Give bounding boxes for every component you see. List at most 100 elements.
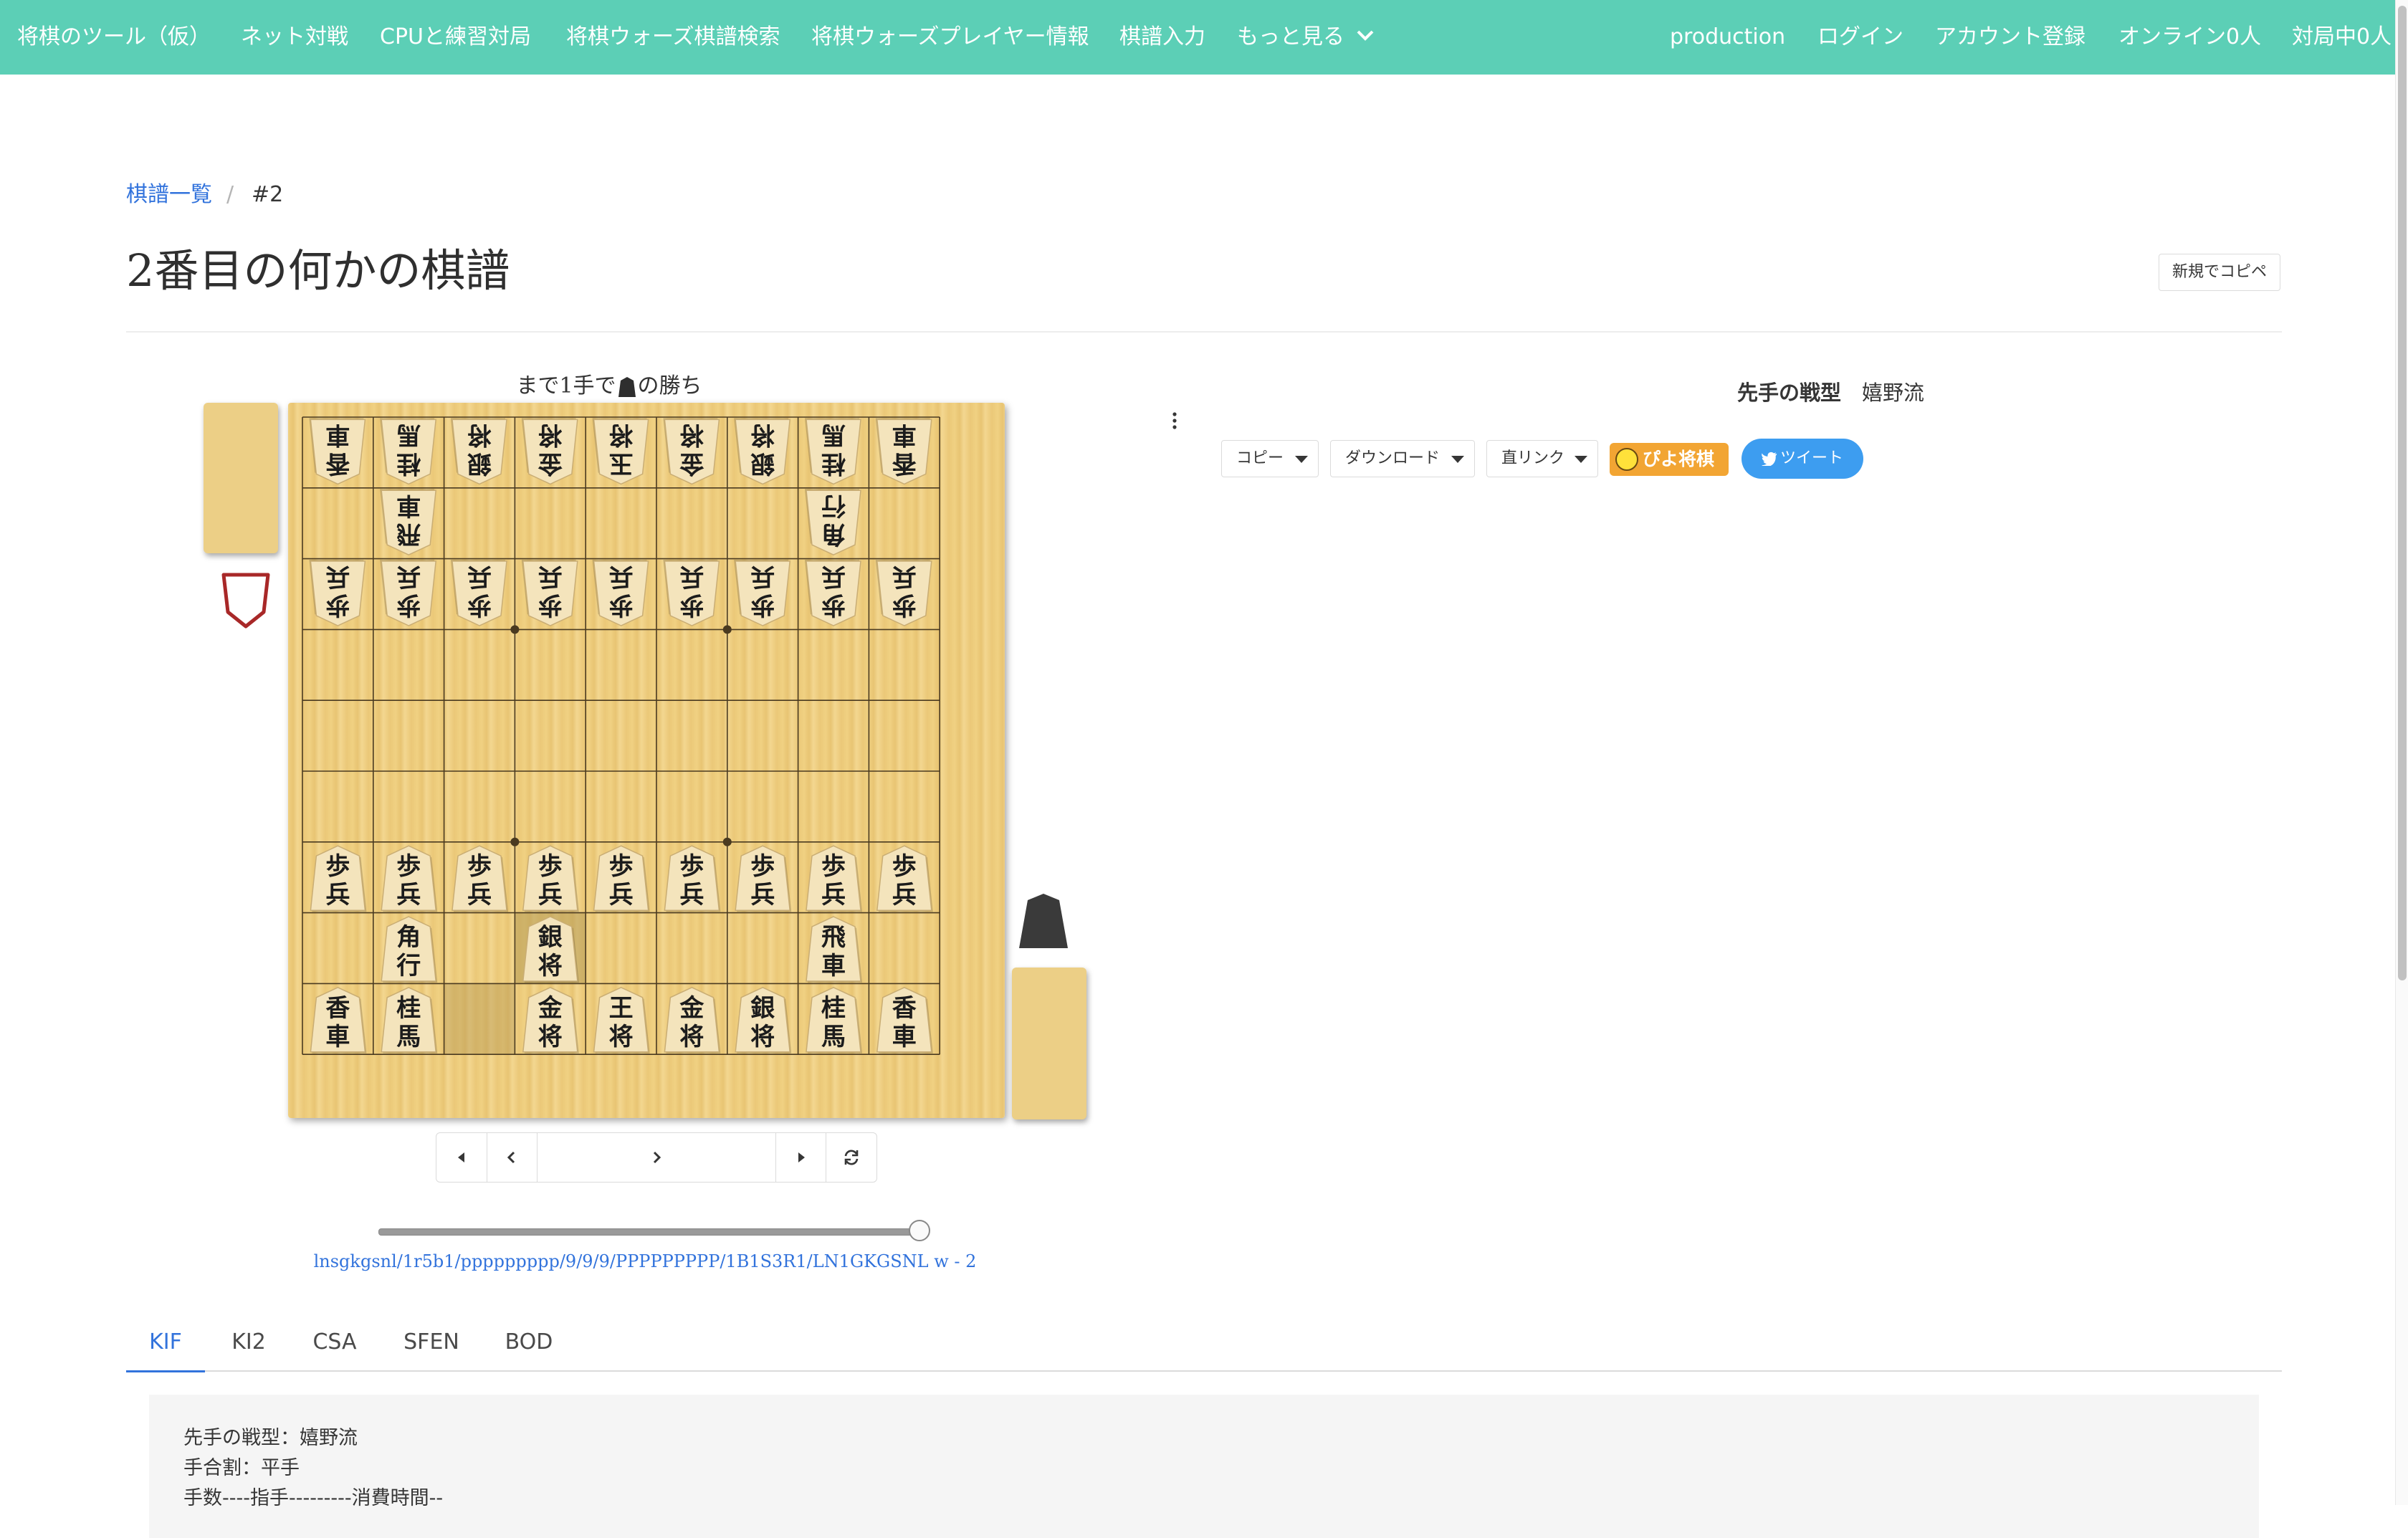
piece-label: 金 [679, 449, 704, 477]
nav-wars-kifu-search[interactable]: 将棋ウォーズ棋譜検索 [566, 0, 780, 75]
nav-online-match[interactable]: ネット対戦 [241, 0, 348, 75]
shogi-piece[interactable]: 歩兵 [734, 560, 791, 626]
piece-label: 行 [821, 491, 846, 520]
shogi-piece[interactable]: 桂馬 [805, 418, 861, 485]
nav-playing-count[interactable]: 対局中0人 [2292, 0, 2392, 75]
nav-login[interactable]: ログイン [1817, 0, 1903, 75]
nav-kifu-input[interactable]: 棋譜入力 [1119, 0, 1205, 75]
piece-label: 車 [325, 420, 350, 449]
shogi-piece[interactable]: 金将 [521, 418, 578, 485]
shogi-piece[interactable]: 歩兵 [805, 560, 861, 626]
shogi-piece[interactable]: 歩兵 [663, 560, 720, 626]
copy-as-new-button[interactable]: 新規でコピペ [2159, 254, 2280, 291]
scrollbar-thumb[interactable] [2398, 6, 2407, 980]
gote-turn-marker-icon [221, 573, 270, 629]
tab-ki2[interactable]: KI2 [216, 1317, 281, 1370]
tab-csa[interactable]: CSA [295, 1317, 374, 1370]
next-move-button[interactable] [538, 1133, 776, 1182]
nav-signup[interactable]: アカウント登録 [1935, 0, 2086, 75]
shogi-piece[interactable]: 銀将 [734, 418, 791, 485]
shogi-piece[interactable]: 歩兵 [875, 560, 932, 626]
shogi-piece[interactable]: 歩兵 [309, 560, 366, 626]
nav-cpu-practice[interactable]: CPUと練習対局 [380, 0, 531, 75]
shogi-piece[interactable]: 金将 [663, 418, 720, 485]
page-scrollbar[interactable] [2395, 0, 2408, 1505]
breadcrumb-kifu-list-link[interactable]: 棋譜一覧 [126, 181, 212, 209]
first-move-button[interactable] [436, 1133, 487, 1182]
shogi-piece[interactable]: 玉将 [592, 418, 649, 485]
flip-board-button[interactable] [826, 1133, 876, 1182]
piece-label: 将 [609, 420, 634, 449]
kif-text-area[interactable]: 先手の戦型：嬉野流 手合割：平手 手数----指手---------消費時間-- [149, 1395, 2259, 1538]
shogi-piece[interactable]: 歩兵 [806, 845, 862, 912]
tab-sfen[interactable]: SFEN [391, 1317, 472, 1370]
nav-online-count[interactable]: オンライン0人 [2118, 0, 2261, 75]
shogi-piece[interactable]: 銀将 [451, 418, 507, 485]
last-move-button[interactable] [776, 1133, 827, 1182]
sente-piece-stand[interactable] [1012, 968, 1086, 1119]
move-slider-thumb[interactable] [909, 1220, 930, 1241]
nav-wars-player-info[interactable]: 将棋ウォーズプレイヤー情報 [811, 0, 1089, 75]
piece-label: 銀 [750, 449, 775, 477]
top-navbar: 将棋のツール（仮） ネット対戦 CPUと練習対局 将棋ウォーズ棋譜検索 将棋ウォ… [0, 0, 2408, 75]
piece-label: 玉 [609, 449, 634, 477]
piece-label: 飛 [821, 923, 846, 952]
piyo-shogi-button[interactable]: ぴよ将棋 [1610, 443, 1729, 476]
kif-line: 先手の戦型：嬉野流 [183, 1427, 358, 1449]
piece-label: 兵 [750, 881, 775, 909]
shogi-piece[interactable]: 香車 [309, 418, 366, 485]
shogi-piece[interactable]: 歩兵 [592, 560, 649, 626]
shogi-piece[interactable]: 銀将 [522, 916, 579, 983]
shogi-piece[interactable]: 歩兵 [310, 845, 367, 912]
brand-link[interactable]: 将棋のツール（仮） [17, 0, 211, 75]
nav-environment[interactable]: production [1670, 0, 1785, 75]
shogi-piece[interactable]: 飛車 [380, 489, 437, 556]
shogi-piece[interactable]: 角行 [805, 489, 861, 556]
piece-label: 金 [679, 994, 704, 1023]
star-point [722, 625, 732, 634]
shogi-board[interactable]: 香車桂馬銀将金将玉将金将銀将桂馬香車飛車角行歩兵歩兵歩兵歩兵歩兵歩兵歩兵歩兵歩兵… [288, 403, 1005, 1118]
shogi-piece[interactable]: 王将 [593, 986, 650, 1054]
sfen-link[interactable]: lnsgkgsnl/1r5b1/ppppppppp/9/9/9/PPPPPPPP… [251, 1251, 1039, 1271]
shogi-piece[interactable]: 角行 [381, 916, 438, 983]
game-result-suffix: の勝ち [637, 373, 702, 398]
nav-more-dropdown[interactable]: もっと見る [1237, 0, 1375, 75]
shogi-piece[interactable]: 歩兵 [593, 845, 650, 912]
shogi-piece[interactable]: 金将 [522, 986, 579, 1054]
shogi-piece[interactable]: 桂馬 [380, 418, 437, 485]
download-dropdown-button[interactable]: ダウンロード [1330, 440, 1475, 477]
move-slider-track[interactable] [378, 1228, 926, 1236]
shogi-piece[interactable]: 歩兵 [451, 560, 507, 626]
shogi-piece[interactable]: 銀将 [735, 986, 792, 1054]
copy-dropdown-button[interactable]: コピー [1221, 440, 1319, 477]
shogi-piece[interactable]: 歩兵 [452, 845, 508, 912]
shogi-piece[interactable]: 歩兵 [876, 845, 933, 912]
shogi-piece[interactable]: 香車 [310, 986, 367, 1054]
shogi-piece[interactable]: 香車 [876, 986, 933, 1054]
prev-move-button[interactable] [487, 1133, 538, 1182]
shogi-piece[interactable]: 歩兵 [735, 845, 792, 912]
piece-label: 馬 [821, 1023, 846, 1051]
piece-label: 兵 [679, 881, 704, 909]
piece-label: 金 [538, 994, 563, 1023]
piece-label: 歩 [609, 591, 634, 619]
tweet-button[interactable]: ツイート [1742, 439, 1863, 479]
move-navigation [436, 1132, 877, 1183]
gote-piece-stand[interactable] [204, 403, 278, 553]
more-options-icon[interactable] [1168, 409, 1181, 433]
shogi-piece[interactable]: 桂馬 [381, 986, 438, 1054]
shogi-piece[interactable]: 歩兵 [381, 845, 438, 912]
shogi-piece[interactable]: 香車 [875, 418, 932, 485]
direct-link-dropdown-button[interactable]: 直リンク [1486, 440, 1598, 477]
shogi-piece[interactable]: 歩兵 [522, 845, 579, 912]
piece-label: 歩 [821, 591, 846, 619]
shogi-piece[interactable]: 金将 [664, 986, 721, 1054]
tab-kif[interactable]: KIF [126, 1317, 205, 1372]
tab-bod[interactable]: BOD [493, 1317, 565, 1370]
nav-more-label: もっと見る [1237, 24, 1344, 49]
shogi-piece[interactable]: 歩兵 [521, 560, 578, 626]
shogi-piece[interactable]: 歩兵 [380, 560, 437, 626]
shogi-piece[interactable]: 飛車 [806, 916, 862, 983]
shogi-piece[interactable]: 桂馬 [806, 986, 862, 1054]
shogi-piece[interactable]: 歩兵 [664, 845, 721, 912]
